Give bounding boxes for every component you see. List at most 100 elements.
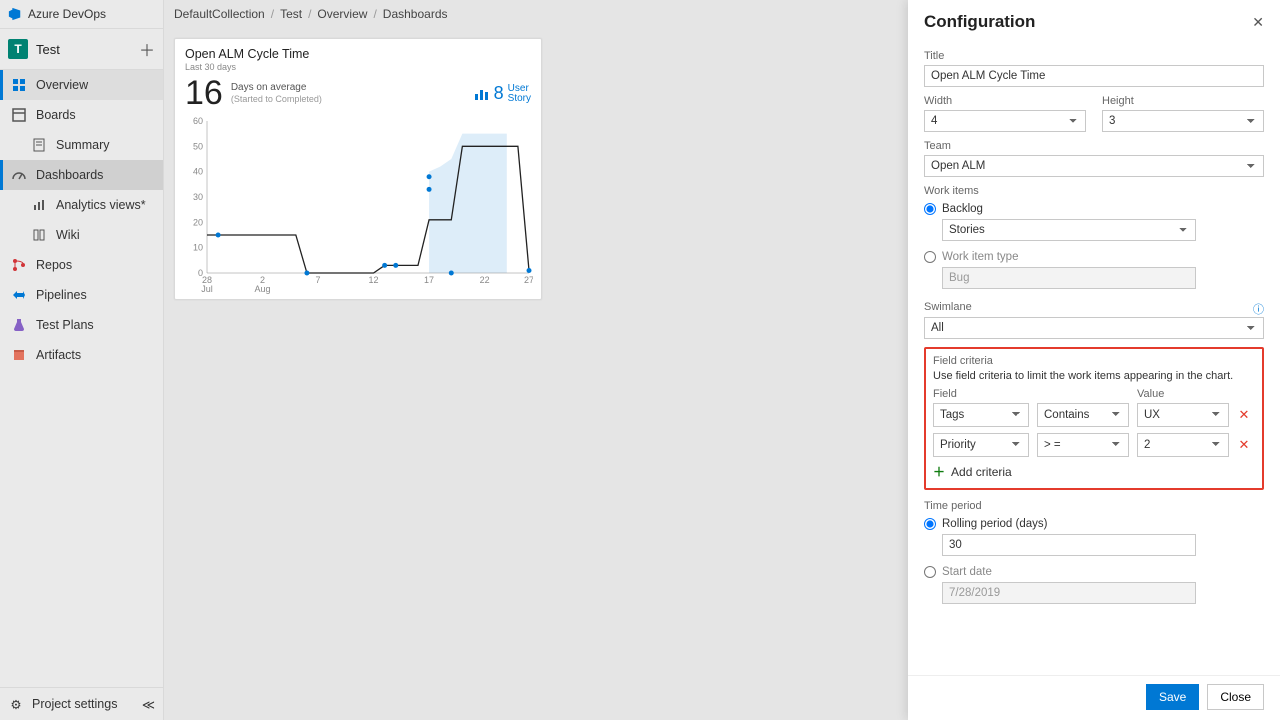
value-header: Value [1137, 388, 1229, 400]
wit-select [942, 267, 1196, 289]
startdate-label: Start date [942, 566, 992, 578]
brand-label: Azure DevOps [28, 7, 106, 21]
sidebar-item-label: Dashboards [36, 168, 103, 182]
svg-text:50: 50 [193, 141, 203, 151]
field-header: Field [933, 388, 1029, 400]
workitems-label: Work items [924, 185, 1264, 197]
summary-icon [31, 137, 47, 153]
criteria-value-select[interactable]: 2 [1137, 433, 1229, 457]
info-icon[interactable]: ⓘ [1253, 301, 1264, 317]
criteria-field-select[interactable]: Tags [933, 403, 1029, 427]
rolling-label: Rolling period (days) [942, 518, 1047, 530]
gear-icon: ⚙ [8, 696, 24, 712]
wit-radio-row[interactable]: Work item type [924, 251, 1264, 263]
title-input[interactable] [924, 65, 1264, 87]
brand[interactable]: Azure DevOps [0, 0, 163, 28]
dashboards-icon [11, 167, 27, 183]
criteria-label: Field criteria [933, 355, 1255, 367]
breadcrumb-item[interactable]: Overview [317, 7, 367, 21]
sidebar-item-label: Wiki [56, 228, 80, 242]
cycle-time-widget[interactable]: Open ALM Cycle Time Last 30 days 16 Days… [174, 38, 542, 300]
remove-criteria-icon[interactable]: ✕ [1237, 437, 1251, 453]
swimlane-label: Swimlane ⓘ [924, 301, 1264, 313]
criteria-op-select[interactable]: > = [1037, 433, 1129, 457]
team-label: Team [924, 140, 1264, 152]
pipelines-icon [11, 287, 27, 303]
azure-devops-icon [8, 7, 22, 21]
sidebar-item-label: Test Plans [36, 318, 94, 332]
widget-subtitle: Last 30 days [185, 62, 531, 72]
plus-icon: ＋ [933, 463, 945, 480]
breadcrumb-item[interactable]: Dashboards [383, 7, 448, 21]
svg-text:40: 40 [193, 167, 203, 177]
svg-text:20: 20 [193, 217, 203, 227]
sidebar: Azure DevOps T Test ＋ Overview Boards Su… [0, 0, 164, 720]
sidebar-item-label: Analytics views* [56, 198, 146, 212]
height-select[interactable]: 3 [1102, 110, 1264, 132]
criteria-row: Priority > = 2 ✕ [933, 433, 1255, 457]
project-settings[interactable]: ⚙ Project settings ≪ [0, 687, 163, 720]
sidebar-item-pipelines[interactable]: Pipelines [0, 280, 163, 310]
svg-text:10: 10 [193, 243, 203, 253]
sidebar-item-wiki[interactable]: Wiki [0, 220, 163, 250]
sidebar-item-label: Boards [36, 108, 76, 122]
swimlane-select[interactable]: All [924, 317, 1264, 339]
criteria-field-select[interactable]: Priority [933, 433, 1029, 457]
add-criteria-label: Add criteria [951, 465, 1012, 479]
breadcrumb-item[interactable]: Test [280, 7, 302, 21]
width-select[interactable]: 4 [924, 110, 1086, 132]
backlog-radio[interactable] [924, 203, 936, 215]
close-icon[interactable]: ✕ [1252, 14, 1264, 31]
rolling-input[interactable] [942, 534, 1196, 556]
configuration-panel: Configuration ✕ Title Width 4 Height 3 T… [908, 0, 1280, 720]
sidebar-item-dashboards[interactable]: Dashboards [0, 160, 163, 190]
save-button[interactable]: Save [1146, 684, 1199, 710]
sidebar-item-label: Repos [36, 258, 72, 272]
criteria-value-select[interactable]: UX [1137, 403, 1229, 427]
sidebar-item-analytics[interactable]: Analytics views* [0, 190, 163, 220]
svg-text:Aug: Aug [255, 284, 271, 294]
sidebar-item-testplans[interactable]: Test Plans [0, 310, 163, 340]
svg-text:Jul: Jul [201, 284, 213, 294]
add-icon[interactable]: ＋ [139, 37, 155, 61]
svg-text:17: 17 [424, 275, 434, 285]
cycle-time-chart: 010203040506028Jul2Aug712172227 [185, 117, 533, 295]
sidebar-item-label: Summary [56, 138, 109, 152]
svg-text:22: 22 [480, 275, 490, 285]
bar-icon [474, 88, 490, 100]
svg-text:27: 27 [524, 275, 533, 285]
team-select[interactable]: Open ALM [924, 155, 1264, 177]
widget-metric: Days on average (Started to Completed) [231, 82, 322, 105]
sidebar-item-artifacts[interactable]: Artifacts [0, 340, 163, 370]
svg-text:30: 30 [193, 192, 203, 202]
remove-criteria-icon[interactable]: ✕ [1237, 407, 1251, 423]
repos-icon [11, 257, 27, 273]
sidebar-item-label: Overview [36, 78, 88, 92]
wit-radio[interactable] [924, 251, 936, 263]
sidebar-item-repos[interactable]: Repos [0, 250, 163, 280]
backlog-select[interactable]: Stories [942, 219, 1196, 241]
criteria-desc: Use field criteria to limit the work ite… [933, 370, 1255, 382]
breadcrumb-item[interactable]: DefaultCollection [174, 7, 265, 21]
sidebar-item-label: Pipelines [36, 288, 87, 302]
collapse-icon[interactable]: ≪ [142, 697, 155, 712]
project-row[interactable]: T Test ＋ [0, 29, 163, 69]
rolling-radio-row[interactable]: Rolling period (days) [924, 518, 1264, 530]
testplans-icon [11, 317, 27, 333]
sidebar-item-label: Artifacts [36, 348, 81, 362]
close-button[interactable]: Close [1207, 684, 1264, 710]
add-criteria-button[interactable]: ＋ Add criteria [933, 463, 1255, 480]
startdate-radio-row[interactable]: Start date [924, 566, 1264, 578]
height-label: Height [1102, 95, 1264, 107]
overview-icon [11, 77, 27, 93]
criteria-op-select[interactable]: Contains [1037, 403, 1129, 427]
title-label: Title [924, 50, 1264, 62]
backlog-radio-row[interactable]: Backlog [924, 203, 1264, 215]
sidebar-item-boards[interactable]: Boards [0, 100, 163, 130]
widget-title: Open ALM Cycle Time [185, 47, 531, 61]
rolling-radio[interactable] [924, 518, 936, 530]
backlog-label: Backlog [942, 203, 983, 215]
startdate-radio[interactable] [924, 566, 936, 578]
sidebar-item-summary[interactable]: Summary [0, 130, 163, 160]
sidebar-item-overview[interactable]: Overview [0, 70, 163, 100]
